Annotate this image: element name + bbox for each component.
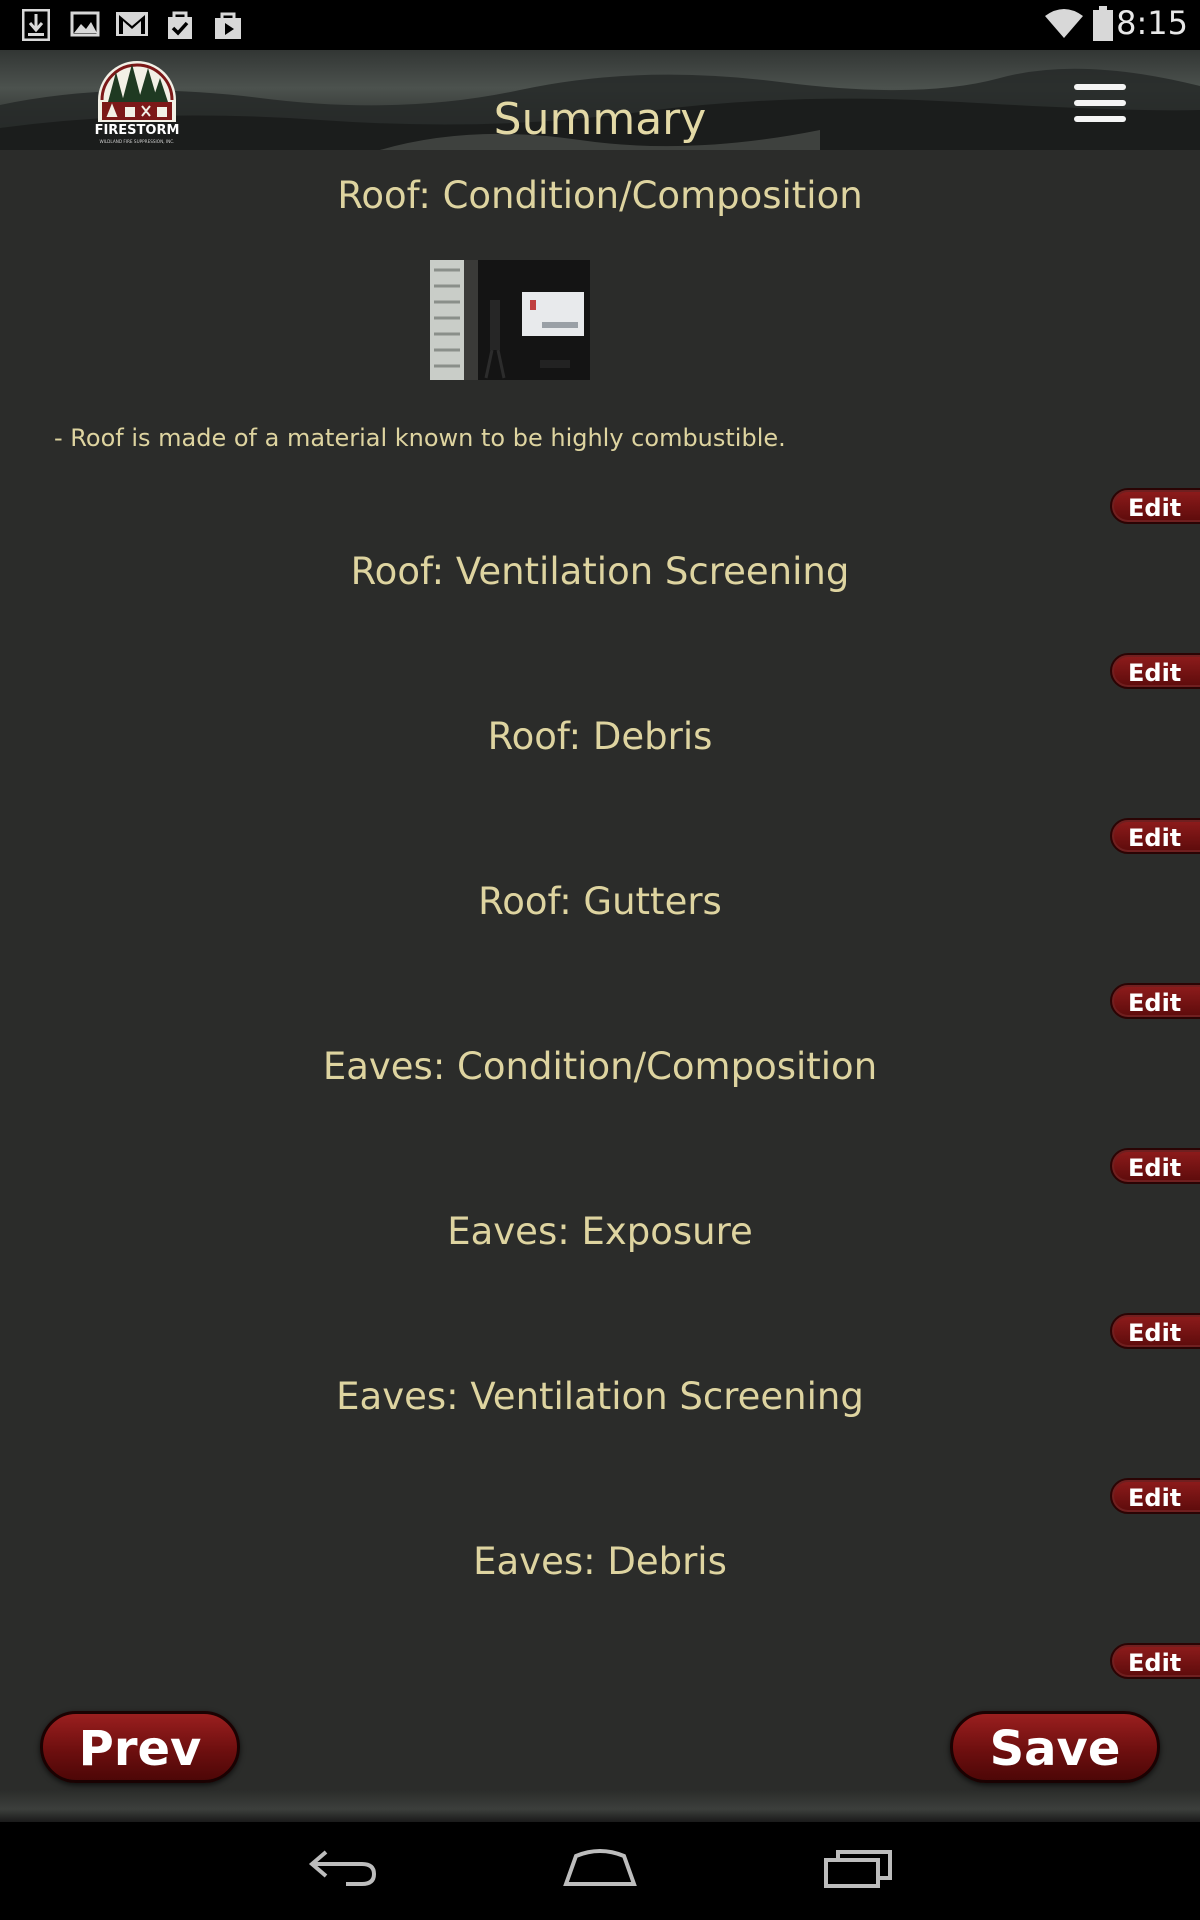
image-icon <box>70 11 100 37</box>
section-title-roof-ventilation: Roof: Ventilation Screening <box>350 550 850 593</box>
gmail-icon <box>116 12 148 36</box>
prev-button[interactable]: Prev <box>40 1711 240 1783</box>
edit-button-roof-condition[interactable]: Edit <box>1110 488 1200 524</box>
menu-bar-icon <box>1074 100 1126 106</box>
system-navigation-bar <box>0 1822 1200 1920</box>
clock: 8:15 <box>1116 4 1188 42</box>
edit-button-roof-gutters[interactable]: Edit <box>1110 983 1200 1019</box>
hamburger-menu-button[interactable] <box>1070 84 1130 126</box>
edit-button-eaves-ventilation[interactable]: Edit <box>1110 1478 1200 1514</box>
roof-photo-thumbnail[interactable] <box>430 260 590 380</box>
section-title-eaves-condition: Eaves: Condition/Composition <box>322 1045 878 1088</box>
tasks-icon <box>168 11 192 39</box>
play-store-icon <box>215 12 241 39</box>
edit-button-roof-ventilation[interactable]: Edit <box>1110 653 1200 689</box>
section-title-eaves-ventilation: Eaves: Ventilation Screening <box>336 1375 864 1418</box>
download-icon <box>22 9 50 41</box>
section-title-eaves-exposure: Eaves: Exposure <box>447 1210 753 1253</box>
back-icon[interactable] <box>306 1844 380 1890</box>
edit-button-eaves-exposure[interactable]: Edit <box>1110 1313 1200 1349</box>
status-bar: 8:15 <box>0 0 1200 50</box>
section-title-roof-debris: Roof: Debris <box>487 715 713 758</box>
app-header: FIRESTORM WILDLAND FIRE SUPPRESSION, INC… <box>0 50 1200 150</box>
edit-button-roof-debris[interactable]: Edit <box>1110 818 1200 854</box>
edit-button-eaves-debris[interactable]: Edit <box>1110 1643 1200 1679</box>
home-icon[interactable] <box>562 1844 638 1890</box>
page-title: Summary <box>493 94 707 145</box>
roof-condition-note: - Roof is made of a material known to be… <box>54 424 786 452</box>
save-button[interactable]: Save <box>950 1711 1160 1783</box>
summary-list: Roof: Condition/Composition - Roof is ma… <box>0 150 1200 1822</box>
recents-icon[interactable] <box>822 1844 894 1890</box>
battery-icon <box>1093 6 1113 41</box>
wifi-icon <box>1045 9 1083 38</box>
section-title-roof-gutters: Roof: Gutters <box>478 880 722 923</box>
menu-bar-icon <box>1074 116 1126 122</box>
menu-bar-icon <box>1074 84 1126 90</box>
footer-landscape-band <box>0 1790 1200 1822</box>
section-title-eaves-debris: Eaves: Debris <box>473 1540 727 1583</box>
photo-image <box>430 260 590 380</box>
edit-button-eaves-condition[interactable]: Edit <box>1110 1148 1200 1184</box>
section-title-roof-condition: Roof: Condition/Composition <box>337 174 863 217</box>
